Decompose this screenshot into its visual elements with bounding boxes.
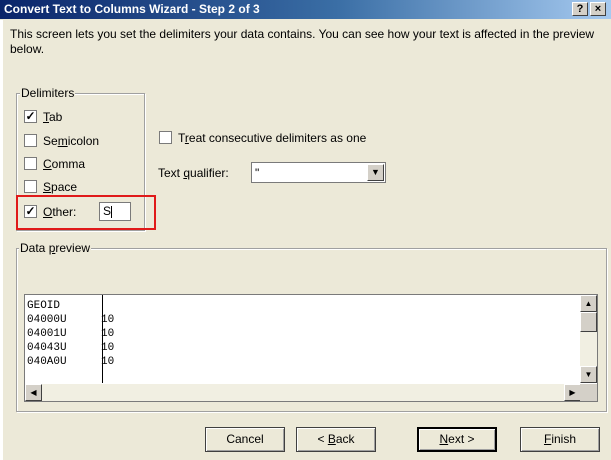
semicolon-label-pre: Se (43, 134, 58, 148)
scroll-thumb[interactable] (580, 312, 597, 332)
next-label: ext > (448, 432, 475, 446)
back-label: ack (335, 432, 355, 446)
next-label-accel: N (439, 432, 449, 446)
window-left-edge (0, 20, 3, 460)
preview-row: GEOID (27, 299, 114, 313)
consecutive-delimiters-checkbox[interactable]: Treat consecutive delimiters as one (159, 130, 366, 146)
comma-checkbox-box[interactable] (24, 157, 37, 171)
text-qualifier-label-pre: Text (158, 166, 184, 180)
cancel-button[interactable]: Cancel (205, 427, 285, 452)
text-qualifier-label: Text qualifier: (158, 165, 229, 181)
tab-checkbox-box[interactable]: ✓ (24, 110, 37, 124)
back-label-accel: B (327, 432, 336, 446)
close-button[interactable]: × (590, 2, 606, 16)
preview-cell-col1: 04000U (27, 314, 67, 326)
scroll-down-icon[interactable]: ▼ (580, 366, 597, 383)
consecutive-label: eat consecutive delimiters as one (188, 131, 367, 145)
space-label: pace (51, 180, 78, 194)
space-checkbox-box[interactable] (24, 180, 37, 194)
preview-row: 04043U 10 (27, 341, 114, 355)
finish-button[interactable]: Finish (520, 427, 600, 452)
space-label-accel: S (43, 180, 52, 194)
preview-cell-col2: 10 (101, 328, 115, 340)
tab-label: ab (49, 110, 63, 124)
scroll-left-icon[interactable]: ◀ (25, 384, 42, 401)
data-preview-pane[interactable]: GEOID 04000U 10 04001U 10 04043U 10 040A0U 10 ▲ … (24, 294, 598, 402)
data-preview-group-label: Data preview (19, 241, 92, 255)
back-button[interactable]: < Back (296, 427, 376, 452)
scroll-up-icon[interactable]: ▲ (580, 295, 597, 312)
vertical-scrollbar[interactable]: ▲ ▼ (580, 295, 597, 383)
finish-label: inish (551, 432, 577, 446)
space-checkbox[interactable]: Space (24, 179, 77, 195)
comma-label-accel: C (43, 157, 52, 171)
preview-row: 04001U 10 (27, 327, 114, 341)
tab-checkbox[interactable]: ✓ Tab (24, 109, 62, 125)
text-qualifier-select[interactable]: " ▼ (251, 162, 386, 183)
preview-row: 040A0U 10 (27, 355, 114, 369)
preview-rows: GEOID 04000U 10 04001U 10 04043U 10 040A0U 10 (27, 299, 114, 369)
consecutive-checkbox-box[interactable] (159, 131, 172, 145)
comma-label: omma (51, 157, 86, 171)
preview-cell-col1: 04043U (27, 342, 67, 354)
annotation-highlight-box (16, 195, 156, 230)
chevron-down-icon[interactable]: ▼ (367, 164, 384, 181)
intro-text: This screen lets you set the delimiters … (10, 27, 595, 56)
scroll-right-icon[interactable]: ▶ (564, 384, 581, 401)
preview-row: 04000U 10 (27, 313, 114, 327)
back-label-pre: < (317, 432, 328, 446)
horizontal-scrollbar[interactable]: ◀ ▶ (25, 384, 581, 401)
preview-label-rest: review (55, 241, 91, 255)
text-qualifier-label-rest: ualifier: (190, 166, 229, 180)
help-button[interactable]: ? (572, 2, 588, 16)
preview-label-pre: Data (20, 241, 49, 255)
preview-cell-col2: 10 (101, 314, 115, 326)
text-qualifier-value: " (255, 166, 260, 180)
preview-cell-col2: 10 (101, 342, 115, 354)
semicolon-checkbox-box[interactable] (24, 134, 37, 148)
semicolon-label: icolon (67, 134, 100, 148)
scrollbar-corner (580, 384, 597, 401)
next-button[interactable]: Next > (417, 427, 497, 452)
semicolon-checkbox[interactable]: Semicolon (24, 133, 99, 149)
preview-cell-col1: 04001U (27, 328, 67, 340)
title-bar: Convert Text to Columns Wizard - Step 2 … (0, 0, 611, 19)
preview-cell-col1: 040A0U (27, 356, 67, 368)
semicolon-label-accel: m (57, 134, 68, 148)
preview-cell-col2: 10 (101, 356, 115, 368)
comma-checkbox[interactable]: Comma (24, 156, 85, 172)
preview-cell-col1: GEOID (27, 300, 61, 312)
delimiters-group-label: Delimiters (20, 86, 76, 100)
window-title: Convert Text to Columns Wizard - Step 2 … (4, 2, 260, 16)
consecutive-label-pre: T (178, 131, 185, 145)
